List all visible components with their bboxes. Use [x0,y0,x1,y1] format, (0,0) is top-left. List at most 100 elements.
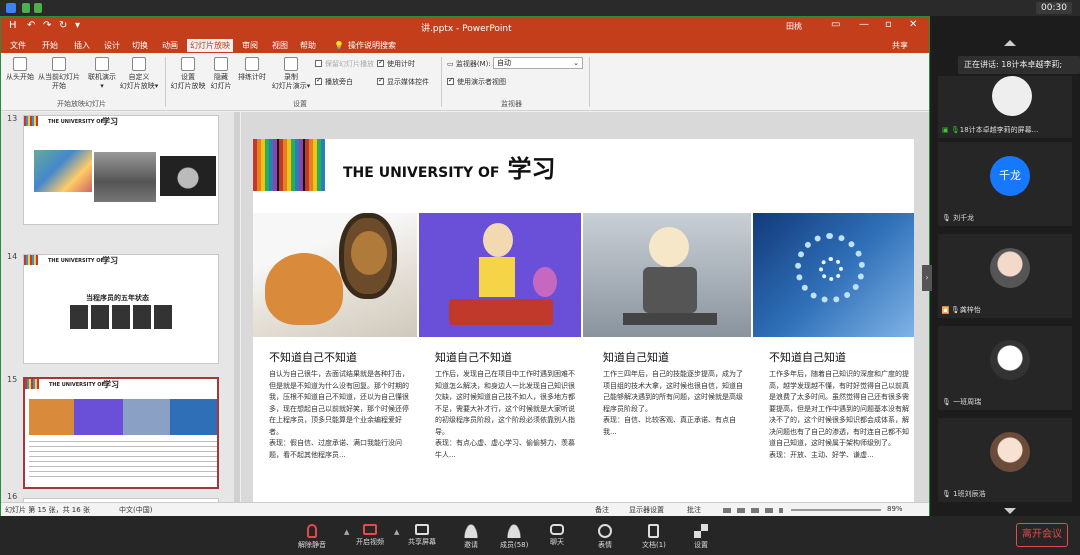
customize-icon[interactable]: ▾ [75,20,80,31]
settings-button[interactable]: 设置 [694,524,708,550]
unmute-button[interactable]: 解除静音 [298,524,326,550]
column-title: 知道自己不知道 [435,351,512,364]
leave-meeting-button[interactable]: 离开会议 [1016,523,1068,547]
tab-transitions[interactable]: 切换 [129,39,151,52]
from-beginning-button[interactable]: 从头开始 [5,57,35,82]
slide-thumbnail-15[interactable]: THE UNIVERSITY OF 学习 [23,377,219,489]
divider [589,57,590,107]
tab-help[interactable]: 帮助 [297,39,319,52]
system-top-bar: 00:30 [0,0,1080,16]
book-stack [449,299,553,325]
monitor-icon: ▭ [447,60,456,68]
tab-animations[interactable]: 动画 [159,39,181,52]
thumbnail-image [34,150,92,192]
presenter-view-checkbox[interactable]: 使用演示者视图 [447,76,506,87]
use-timings-checkbox[interactable]: 使用计时 [377,58,415,69]
mic-muted-icon: 🎙 [942,214,954,222]
column-text: 工作三四年后，自己的技能逐步提高，成为了项目组的技术大拿，这时候也很自信，知道自… [603,370,743,436]
chevron-down-icon: ⌄ [573,59,579,67]
column-text: 工作后，发现自己在项目中工作时遇到困难不知道怎么解决，和身边人一比发现自己知识很… [435,370,575,459]
column-title: 不知道自己不知道 [269,351,357,364]
view-icons[interactable] [723,508,783,513]
user-icon: ▣ [942,306,949,314]
tab-view[interactable]: 视图 [269,39,291,52]
language-indicator[interactable]: 中文(中国) [119,505,152,515]
tab-slideshow[interactable]: 幻灯片放映 [187,39,233,52]
documents-button[interactable]: 文档(1) [642,524,666,550]
minimize-icon[interactable]: — [859,19,869,30]
tab-review[interactable]: 审阅 [239,39,261,52]
scroll-down-icon[interactable] [1004,508,1016,514]
custom-slideshow-button[interactable]: 自定义 幻灯片放映▾ [119,57,159,91]
invite-button[interactable]: 邀请 [464,524,478,550]
rehearse-timings-button[interactable]: 排练计时 [237,57,267,82]
play-narrations-checkbox[interactable]: 播放旁白 [315,76,353,87]
participant-tile[interactable]: 🎙 1班刘辰浩 [938,418,1072,502]
slide-thumbnail-13[interactable]: THE UNIVERSITY OF 学习 [23,115,219,225]
participant-tile[interactable]: ▣ 🎙18计本卓越李莉的屏幕... [938,76,1072,138]
comments-button[interactable]: 批注 [687,505,701,515]
brain-gears-image [753,213,914,337]
column-text: 自认为自己很牛，去面试结果就是各种打击，但是就是不知道为什么没有回复。那个时期的… [269,370,409,459]
collapse-panel-icon[interactable]: › [922,265,932,291]
notes-button[interactable]: 备注 [595,505,609,515]
tab-home[interactable]: 开始 [39,39,61,52]
participant-tile[interactable]: 🎙 一班周瑞 [938,326,1072,410]
from-current-button[interactable]: 从当前幻灯片 开始 [37,57,81,91]
avatar [992,76,1032,116]
slide-number: 14 [7,252,18,261]
ribbon-display-icon[interactable]: ▭ [831,19,840,30]
participant-tile[interactable]: 千龙 🎙 刘千龙 [938,142,1072,226]
refresh-icon[interactable]: ↻ [59,20,67,31]
chevron-up-icon[interactable]: ▲ [344,528,349,536]
tell-me-search[interactable]: 操作说明搜索 [345,39,399,52]
slide-thumbnail-14[interactable]: THE UNIVERSITY OF 学习 当程序员的五年状态 [23,254,219,364]
tab-design[interactable]: 设计 [101,39,123,52]
emoji-icon [598,524,612,538]
tab-insert[interactable]: 插入 [71,39,93,52]
hide-slide-icon [214,57,228,71]
user-name[interactable]: 田桃 [786,21,802,32]
start-video-button[interactable]: 开启视频 [356,524,384,547]
mic-muted-icon: 🎙 [942,398,954,406]
zoom-level[interactable]: 89% [887,505,903,513]
menu-bar: 文件 开始 插入 设计 切换 动画 幻灯片放映 审阅 视图 帮助 💡 操作说明搜… [1,37,929,53]
show-media-controls-checkbox[interactable]: 显示媒体控件 [377,76,429,87]
close-icon[interactable]: ✕ [909,19,917,30]
reactions-button[interactable]: 表情 [598,524,612,550]
undo-icon[interactable]: ↶ [27,20,35,31]
zoom-slider[interactable] [791,509,881,511]
slide-number: 16 [7,492,18,501]
meeting-timer: 00:30 [1036,2,1072,14]
redo-icon[interactable]: ↷ [43,20,51,31]
cartoon-base [623,313,717,325]
chat-button[interactable]: 聊天 [550,524,564,547]
divider [441,57,442,107]
keep-slides-checkbox[interactable]: 保留幻灯片播放 [315,59,374,69]
hide-slide-button[interactable]: 隐藏 幻灯片 [207,57,235,91]
record-slideshow-button[interactable]: 录制 幻灯片演示▾ [269,57,313,91]
present-online-button[interactable]: 联机演示 ▾ [85,57,119,91]
custom-show-icon [132,57,146,71]
slide-title: THE UNIVERSITY OF 学习 [343,155,556,183]
setup-slideshow-button[interactable]: 设置 幻灯片放映 [169,57,207,91]
share-button[interactable]: 共享 [889,39,911,52]
chevron-up-icon[interactable]: ▲ [394,528,399,536]
monitor-select[interactable]: 自动 ⌄ [493,57,583,69]
members-button[interactable]: 成员(58) [500,524,528,550]
color-pencils-decoration [24,255,38,265]
thumbnail-text [29,441,217,481]
participant-tile[interactable]: ▣ 🎙龚梓怡 [938,234,1072,318]
add-user-icon [464,524,478,538]
save-icon[interactable]: H [9,20,17,31]
current-slide[interactable]: THE UNIVERSITY OF 学习 不知道自己不知道 自认为自己很牛，去面… [253,139,914,511]
scroll-up-icon[interactable] [1004,40,1016,46]
tab-file[interactable]: 文件 [7,39,29,52]
share-screen-button[interactable]: 共享屏幕 [408,524,436,547]
thumbnails-scrollbar[interactable] [234,112,240,502]
divider [165,57,166,107]
thumbnail-image [29,399,217,435]
maximize-icon[interactable]: ▫ [885,19,892,30]
display-settings-button[interactable]: 显示器设置 [629,505,664,515]
participant-name: 🎙 一班周瑞 [942,398,982,406]
